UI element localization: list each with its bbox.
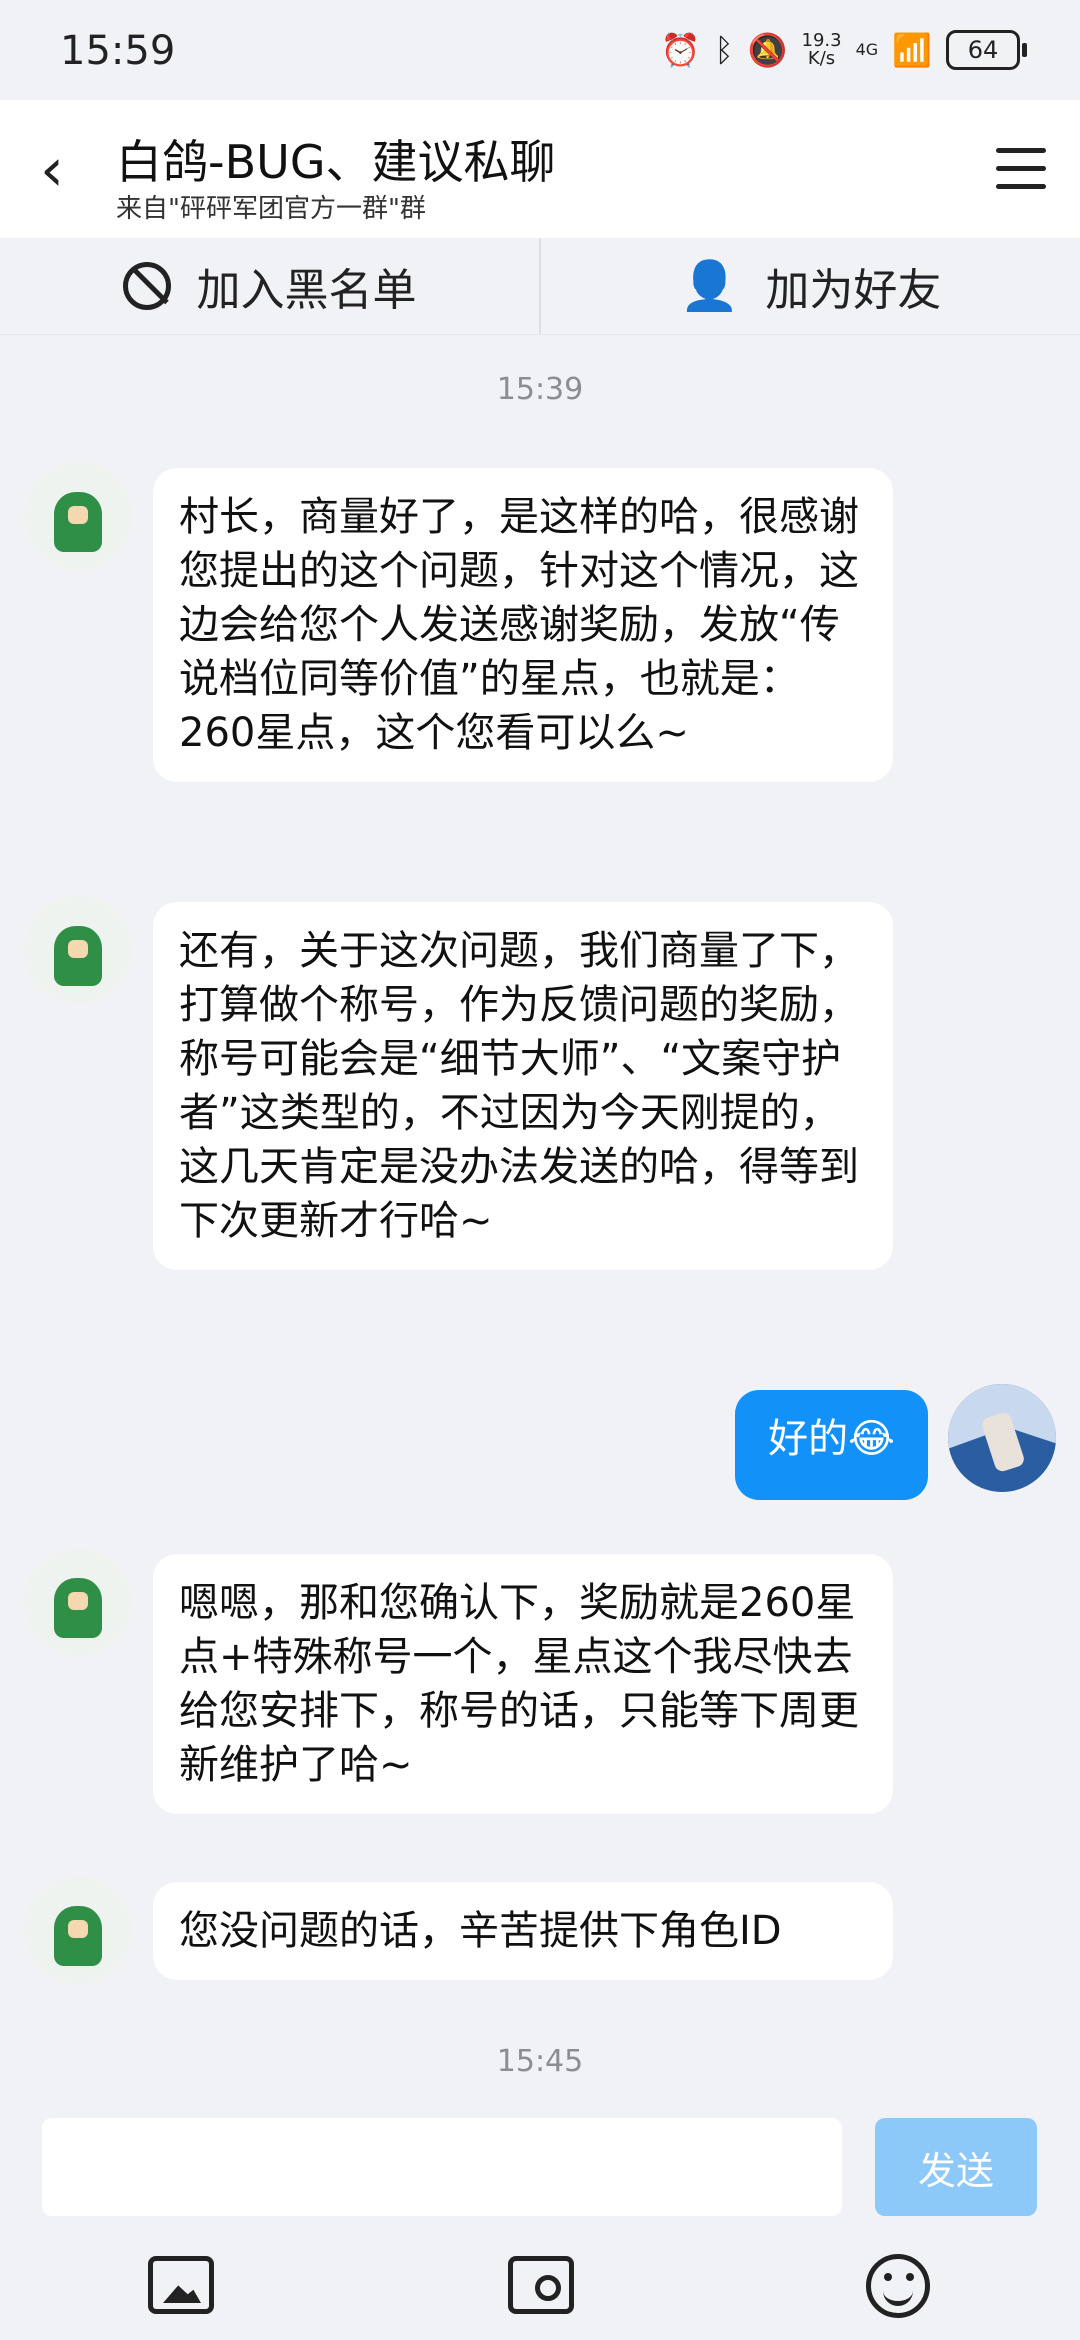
signal-label: 4G: [855, 40, 879, 59]
status-bar: 15:59 ⏰ ᛒ 🔕 19.3 K/s 4G 📶 64: [0, 0, 1080, 100]
avatar-self[interactable]: [948, 1384, 1056, 1492]
status-time: 15:59: [60, 28, 176, 74]
avatar[interactable]: [24, 896, 132, 1004]
add-friend-button[interactable]: 👤 加为好友: [541, 238, 1080, 334]
message-bubble: 您没问题的话，辛苦提供下角色ID: [153, 1882, 893, 1980]
message-bubble: 村长，商量好了，是这样的哈，很感谢您提出的这个问题，针对这个情况，这边会给您个人…: [153, 468, 893, 782]
status-icons: ⏰ ᛒ 🔕 19.3 K/s 4G 📶 64: [660, 30, 1027, 70]
timestamp: 15:45: [496, 2044, 584, 2079]
chat-subtitle: 来自"砰砰军团官方一群"群: [116, 194, 426, 224]
message-input[interactable]: [42, 2118, 842, 2216]
message-bubble: 还有，关于这次问题，我们商量了下，打算做个称号，作为反馈问题的奖励，称号可能会是…: [153, 902, 893, 1270]
image-icon[interactable]: [148, 2256, 214, 2314]
back-arrow-icon[interactable]: ‹: [40, 140, 64, 200]
add-friend-label: 加为好友: [765, 265, 942, 316]
block-button[interactable]: 加入黑名单: [0, 238, 541, 334]
chat-title: 白鸽-BUG、建议私聊: [116, 135, 556, 189]
avatar[interactable]: [24, 1548, 132, 1656]
avatar[interactable]: [24, 462, 132, 570]
send-button[interactable]: 发送: [875, 2118, 1037, 2216]
action-bar: 加入黑名单 👤 加为好友: [0, 238, 1080, 335]
message-bubble: 嗯嗯，那和您确认下，奖励就是260星点+特殊称号一个，星点这个我尽快去给您安排下…: [153, 1554, 893, 1814]
alarm-icon: ⏰: [660, 31, 701, 69]
chat-header: ‹ 白鸽-BUG、建议私聊 来自"砰砰军团官方一群"群: [0, 100, 1080, 238]
bottom-toolbar: [0, 2236, 1080, 2340]
net-speed: 19.3 K/s: [801, 30, 842, 69]
battery-icon: 64: [946, 30, 1027, 70]
avatar[interactable]: [24, 1876, 132, 1984]
add-user-icon: 👤: [679, 258, 740, 314]
signal-icon: 📶: [892, 31, 932, 69]
camera-icon[interactable]: [508, 2256, 574, 2314]
message-bubble-mine: 好的😂: [735, 1390, 928, 1500]
block-icon: [122, 262, 171, 310]
menu-icon[interactable]: [996, 148, 1046, 190]
composer: 发送: [0, 2100, 1080, 2236]
emoji-icon[interactable]: [866, 2254, 930, 2318]
timestamp: 15:39: [496, 372, 584, 407]
mute-icon: 🔕: [747, 31, 788, 69]
bluetooth-icon: ᛒ: [714, 31, 734, 69]
block-label: 加入黑名单: [196, 265, 417, 316]
